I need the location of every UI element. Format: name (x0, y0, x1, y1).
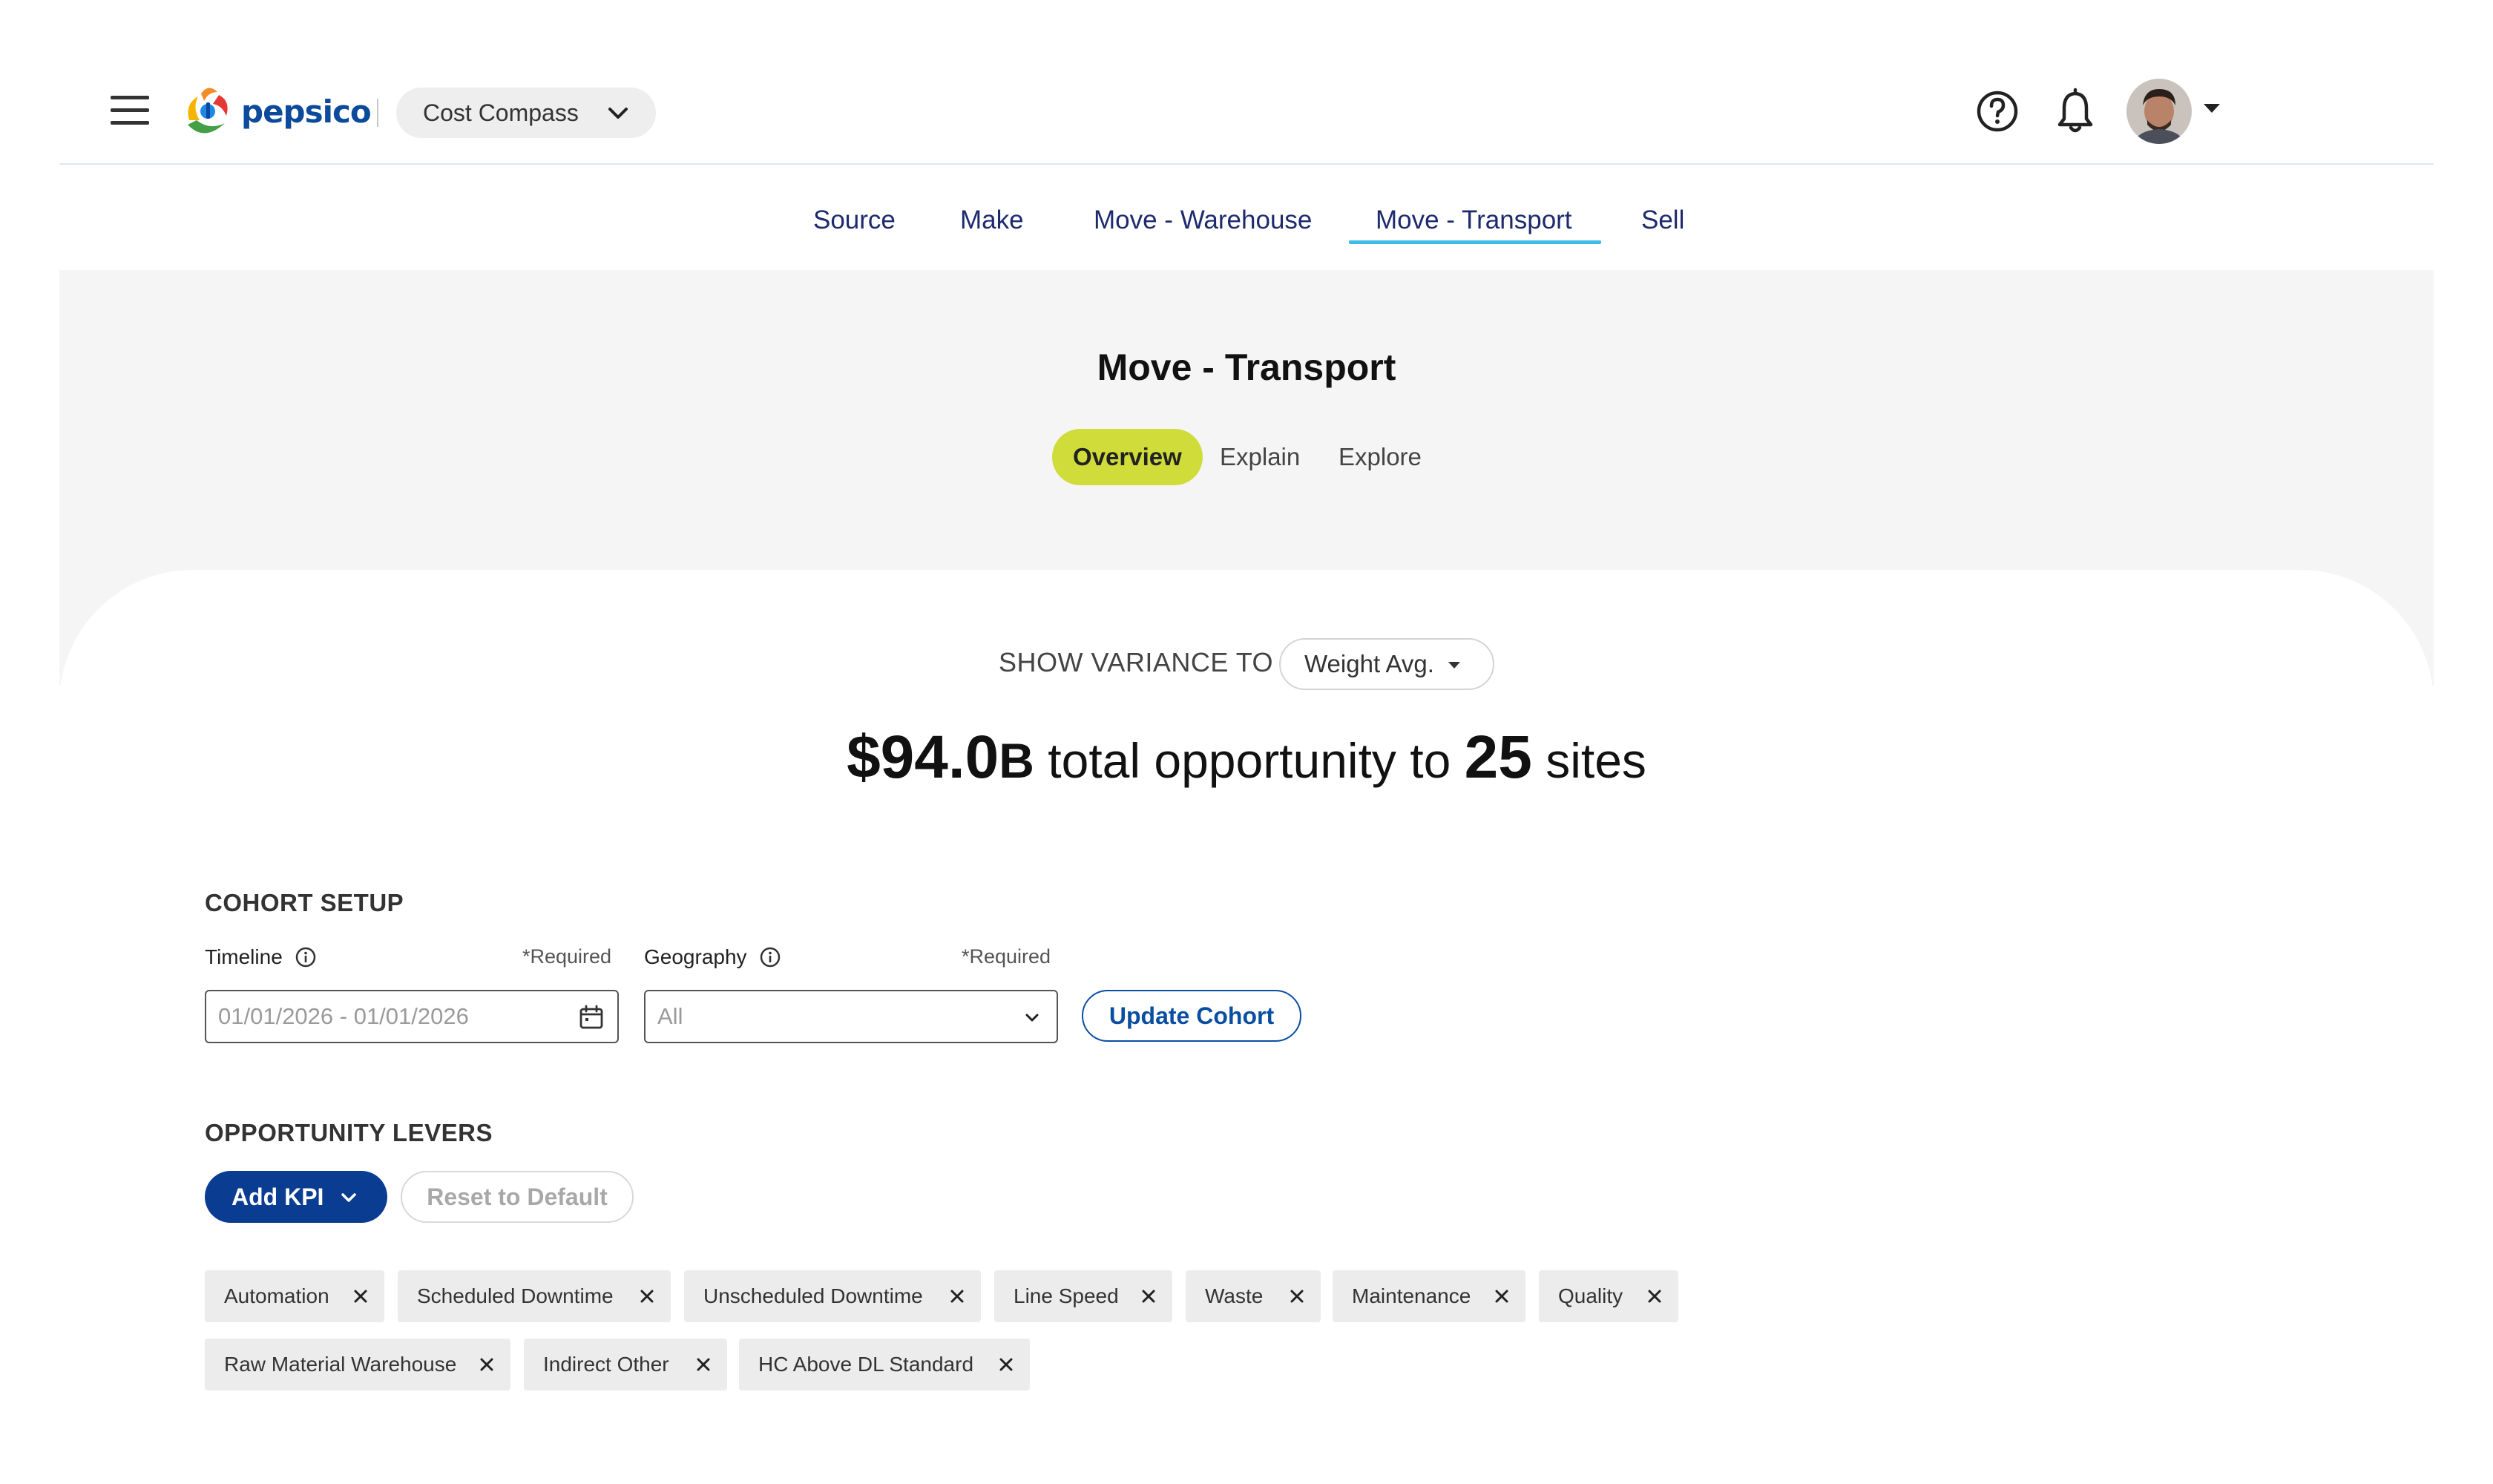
opportunity-summary: $94.0B total opportunity to 25 sites (0, 723, 2493, 792)
lever-chip-indirect-other: Indirect Other (524, 1339, 727, 1391)
chip-label: Raw Material Warehouse (224, 1353, 457, 1376)
app-header (59, 0, 2434, 165)
lever-chip-automation: Automation (205, 1270, 384, 1322)
nav-source[interactable]: Source (813, 202, 896, 239)
timeline-label: Timeline (205, 945, 317, 969)
add-kpi-label: Add KPI (231, 1183, 324, 1210)
geography-label-text: Geography (644, 945, 747, 968)
section-nav: Source Make Move - Warehouse Move - Tran… (0, 165, 2493, 270)
lever-chip-hc-above-dl-standard: HC Above DL Standard (739, 1339, 1030, 1391)
app-switcher-dropdown[interactable]: Cost Compass (396, 88, 656, 138)
close-icon[interactable] (1141, 1289, 1156, 1304)
chip-label: Waste (1205, 1284, 1264, 1307)
close-icon[interactable] (1494, 1289, 1509, 1304)
geography-required-note: *Required (962, 945, 1051, 968)
caret-down-icon (1448, 662, 1460, 669)
close-icon[interactable] (1290, 1289, 1304, 1304)
pepsico-logo[interactable]: pepsico (182, 80, 372, 142)
help-icon[interactable] (1975, 89, 2020, 134)
lever-chip-unscheduled-downtime: Unscheduled Downtime (684, 1270, 981, 1322)
update-cohort-button[interactable]: Update Cohort (1082, 990, 1301, 1042)
pepsico-globe-icon (188, 88, 228, 134)
opportunity-unit: B (999, 733, 1034, 788)
geography-value: All (657, 1003, 683, 1029)
lever-chip-scheduled-downtime: Scheduled Downtime (398, 1270, 671, 1322)
chip-label: Scheduled Downtime (417, 1284, 614, 1307)
opportunity-amount: $94.0 (847, 723, 999, 791)
close-icon[interactable] (696, 1357, 711, 1372)
geography-select[interactable]: All (644, 990, 1058, 1043)
timeline-value: 01/01/2026 - 01/01/2026 (218, 1003, 469, 1029)
cohort-setup-title: COHORT SETUP (205, 889, 404, 916)
nav-move-warehouse[interactable]: Move - Warehouse (1094, 202, 1312, 239)
chip-label: HC Above DL Standard (758, 1353, 974, 1376)
chevron-down-icon (341, 1193, 356, 1202)
user-photo-icon (2126, 79, 2192, 144)
chip-label: Maintenance (1352, 1284, 1471, 1307)
nav-move-transport[interactable]: Move - Transport (1376, 202, 1572, 239)
variance-label: SHOW VARIANCE TO (999, 647, 1274, 677)
user-menu-caret-icon[interactable] (2204, 104, 2220, 113)
nav-sell[interactable]: Sell (1641, 202, 1684, 239)
app-switcher-label: Cost Compass (423, 99, 579, 126)
close-icon[interactable] (999, 1357, 1014, 1372)
chip-label: Automation (224, 1284, 329, 1307)
chevron-down-icon (608, 108, 628, 119)
timeline-required-note: *Required (522, 945, 612, 968)
tab-explore[interactable]: Explore (1339, 429, 1422, 485)
user-avatar[interactable] (2126, 79, 2192, 144)
tab-overview[interactable]: Overview (1052, 429, 1203, 485)
close-icon[interactable] (353, 1289, 368, 1304)
notification-bell-icon[interactable] (2052, 88, 2098, 135)
opportunity-levers-title: OPPORTUNITY LEVERS (205, 1119, 493, 1146)
nav-make[interactable]: Make (960, 202, 1024, 239)
summary-text-end: sites (1531, 733, 1646, 788)
chip-label: Indirect Other (543, 1353, 669, 1376)
geography-label: Geography (644, 945, 781, 969)
lever-chip-waste: Waste (1186, 1270, 1321, 1322)
lever-chip-quality: Quality (1539, 1270, 1678, 1322)
lever-chip-raw-material-warehouse: Raw Material Warehouse (205, 1339, 510, 1391)
variance-selected-value: Weight Avg. (1304, 650, 1434, 677)
lever-chip-line-speed: Line Speed (994, 1270, 1172, 1322)
timeline-date-range-input[interactable]: 01/01/2026 - 01/01/2026 (205, 990, 619, 1043)
logo-divider (377, 99, 378, 127)
calendar-icon[interactable] (579, 1005, 604, 1030)
hamburger-menu-icon[interactable] (111, 96, 149, 125)
close-icon[interactable] (479, 1357, 494, 1372)
info-icon[interactable] (759, 946, 781, 968)
lever-chip-maintenance: Maintenance (1333, 1270, 1525, 1322)
close-icon[interactable] (950, 1289, 965, 1304)
reset-to-default-button[interactable]: Reset to Default (401, 1171, 634, 1223)
add-kpi-button[interactable]: Add KPI (205, 1171, 387, 1223)
close-icon[interactable] (1647, 1289, 1662, 1304)
chip-label: Unscheduled Downtime (703, 1284, 923, 1307)
chip-label: Line Speed (1014, 1284, 1119, 1307)
chip-label: Quality (1558, 1284, 1623, 1307)
page-title: Move - Transport (1097, 347, 1396, 388)
nav-active-indicator (1349, 240, 1601, 244)
timeline-label-text: Timeline (205, 945, 283, 968)
variance-dropdown[interactable]: Weight Avg. (1279, 638, 1494, 690)
chevron-down-icon (1025, 1014, 1039, 1022)
info-icon[interactable] (295, 946, 317, 968)
sites-count: 25 (1464, 723, 1532, 791)
logo-wordmark: pepsico (241, 93, 372, 130)
summary-text-middle: total opportunity to (1034, 733, 1465, 788)
close-icon[interactable] (640, 1289, 654, 1304)
tab-explain[interactable]: Explain (1220, 429, 1300, 485)
